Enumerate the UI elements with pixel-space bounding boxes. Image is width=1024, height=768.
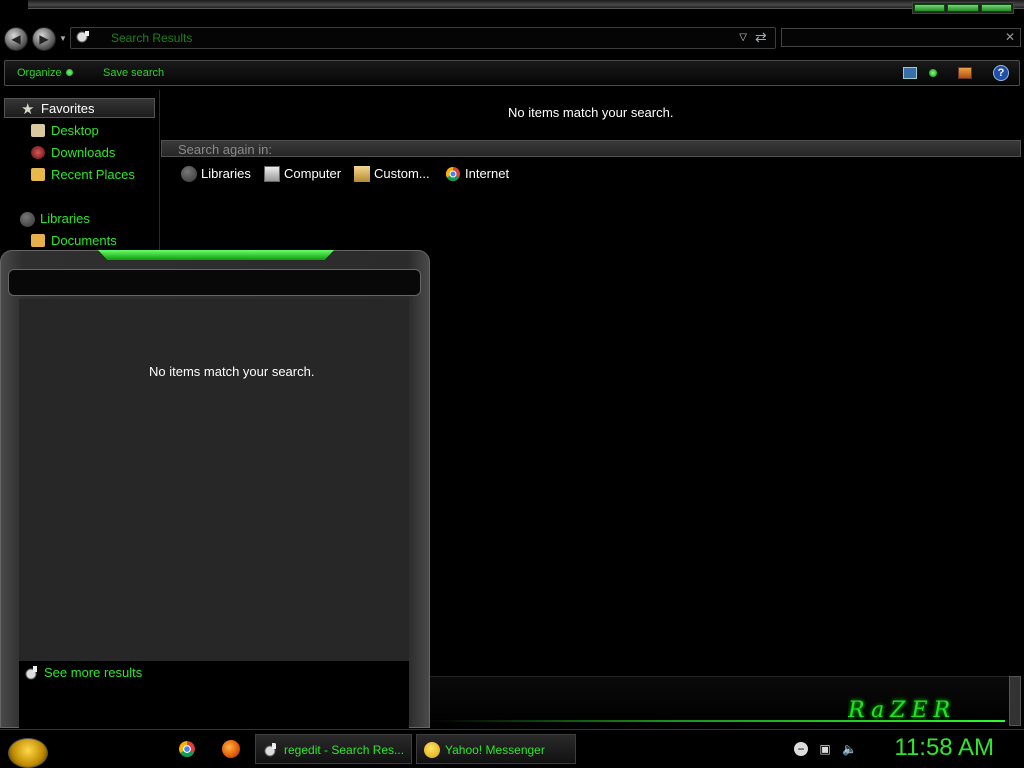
documents-icon bbox=[31, 234, 45, 247]
search-again-custom[interactable]: Custom... bbox=[354, 166, 430, 182]
search-folder-icon bbox=[25, 666, 37, 680]
search-folder-icon bbox=[264, 743, 276, 757]
sidebar-item-documents[interactable]: Documents bbox=[31, 233, 117, 248]
search-again-label: Search again in: bbox=[178, 142, 272, 157]
navigation-pane: ★ Favorites Desktop Downloads Recent Pla… bbox=[0, 90, 160, 250]
yahoo-messenger-icon bbox=[424, 742, 440, 758]
help-icon[interactable]: ? bbox=[993, 65, 1009, 81]
sidebar-item-desktop[interactable]: Desktop bbox=[31, 123, 99, 138]
maximize-button[interactable] bbox=[947, 4, 979, 12]
command-bar: Organize Save search ? bbox=[4, 60, 1020, 86]
empty-results-message: No items match your search. bbox=[149, 364, 315, 379]
see-more-results-link[interactable]: See more results bbox=[19, 661, 409, 728]
favorites-header[interactable]: ★ Favorites bbox=[4, 98, 155, 118]
minimize-button[interactable] bbox=[914, 4, 946, 12]
custom-icon bbox=[354, 166, 370, 182]
taskbar-item-yahoo-messenger[interactable]: Yahoo! Messenger bbox=[416, 734, 576, 764]
clear-search-icon[interactable]: ✕ bbox=[1005, 30, 1015, 44]
action-center-icon[interactable]: − bbox=[794, 742, 808, 756]
star-icon: ★ bbox=[21, 101, 35, 118]
dropdown-dot-icon bbox=[65, 69, 73, 76]
sidebar-item-label: Libraries bbox=[40, 211, 90, 226]
search-folder-icon bbox=[76, 31, 89, 43]
svg-text:RaZER: RaZER bbox=[848, 698, 956, 723]
scrollbar[interactable] bbox=[1009, 676, 1021, 726]
empty-results-message: No items match your search. bbox=[508, 105, 674, 120]
chrome-icon[interactable] bbox=[178, 740, 196, 758]
refresh-icon[interactable]: ⇄ bbox=[755, 29, 773, 47]
navigation-bar: ◀ ▶ ▼ Search Results ▽ ⇄ ✕ bbox=[0, 26, 1024, 52]
forward-button[interactable]: ▶ bbox=[32, 27, 56, 51]
search-again-internet[interactable]: Internet bbox=[445, 166, 510, 182]
search-again-libraries[interactable]: Libraries bbox=[181, 166, 251, 182]
address-dropdown-icon[interactable]: ▽ bbox=[739, 32, 747, 43]
computer-icon bbox=[264, 166, 280, 182]
sidebar-item-recent-places[interactable]: Recent Places bbox=[31, 167, 135, 182]
view-options-dot-icon[interactable] bbox=[929, 69, 937, 77]
sidebar-item-label: Recent Places bbox=[51, 167, 135, 182]
clock[interactable]: 11:58 AM bbox=[894, 734, 994, 762]
taskbar-item-label: regedit - Search Res... bbox=[284, 743, 405, 757]
libraries-icon bbox=[20, 212, 35, 227]
search-again-item-label: Internet bbox=[465, 166, 510, 181]
arrow-left-icon: ◀ bbox=[11, 32, 21, 46]
recent-places-icon bbox=[31, 168, 45, 181]
window-controls bbox=[912, 2, 1014, 14]
downloads-icon bbox=[31, 146, 45, 159]
sidebar-item-downloads[interactable]: Downloads bbox=[31, 145, 116, 160]
search-again-item-label: Libraries bbox=[201, 166, 251, 181]
sidebar-item-label: Documents bbox=[51, 233, 117, 248]
details-pane: RaZER bbox=[430, 676, 1010, 726]
volume-icon[interactable]: 🔈 bbox=[842, 742, 857, 756]
firefox-icon[interactable] bbox=[222, 740, 240, 758]
razer-logo: RaZER bbox=[848, 698, 956, 723]
change-view-icon[interactable] bbox=[903, 67, 917, 79]
see-more-label: See more results bbox=[44, 665, 143, 680]
close-button[interactable] bbox=[980, 4, 1012, 12]
favorites-label: Favorites bbox=[41, 101, 95, 116]
address-bar[interactable]: Search Results ▽ bbox=[70, 27, 776, 49]
libraries-icon bbox=[181, 166, 197, 182]
start-menu: No items match your search. See more res… bbox=[0, 250, 430, 728]
recent-pages-dropdown[interactable]: ▼ bbox=[59, 34, 67, 43]
sidebar-item-label: Desktop bbox=[51, 123, 99, 138]
search-again-computer[interactable]: Computer bbox=[264, 166, 342, 182]
taskbar-item-label: Yahoo! Messenger bbox=[445, 743, 545, 757]
sidebar-item-libraries[interactable]: Libraries bbox=[20, 211, 90, 227]
desktop-icon bbox=[31, 124, 45, 137]
network-icon[interactable]: ▣ bbox=[818, 742, 832, 756]
start-menu-search-input[interactable] bbox=[8, 269, 421, 296]
taskbar: regedit - Search Res... Yahoo! Messenger… bbox=[0, 729, 1024, 768]
search-again-item-label: Computer bbox=[284, 166, 342, 181]
search-again-header: Search again in: bbox=[161, 140, 1021, 157]
save-search-button[interactable]: Save search bbox=[103, 67, 164, 79]
chrome-icon bbox=[445, 166, 460, 182]
taskbar-item-regedit[interactable]: regedit - Search Res... bbox=[255, 734, 412, 764]
search-again-item-label: Custom... bbox=[374, 166, 430, 181]
preview-pane-icon[interactable] bbox=[958, 67, 972, 79]
start-menu-glow bbox=[98, 250, 334, 260]
arrow-right-icon: ▶ bbox=[39, 32, 49, 46]
start-menu-results: No items match your search. bbox=[19, 299, 409, 661]
start-button[interactable] bbox=[8, 738, 48, 768]
organize-button[interactable]: Organize bbox=[17, 67, 73, 79]
search-input[interactable]: ✕ bbox=[781, 28, 1021, 47]
address-path: Search Results bbox=[111, 31, 193, 45]
window-top-edge bbox=[28, 0, 1024, 9]
sidebar-item-label: Downloads bbox=[51, 145, 116, 160]
back-button[interactable]: ◀ bbox=[4, 27, 28, 51]
organize-label: Organize bbox=[17, 67, 62, 79]
